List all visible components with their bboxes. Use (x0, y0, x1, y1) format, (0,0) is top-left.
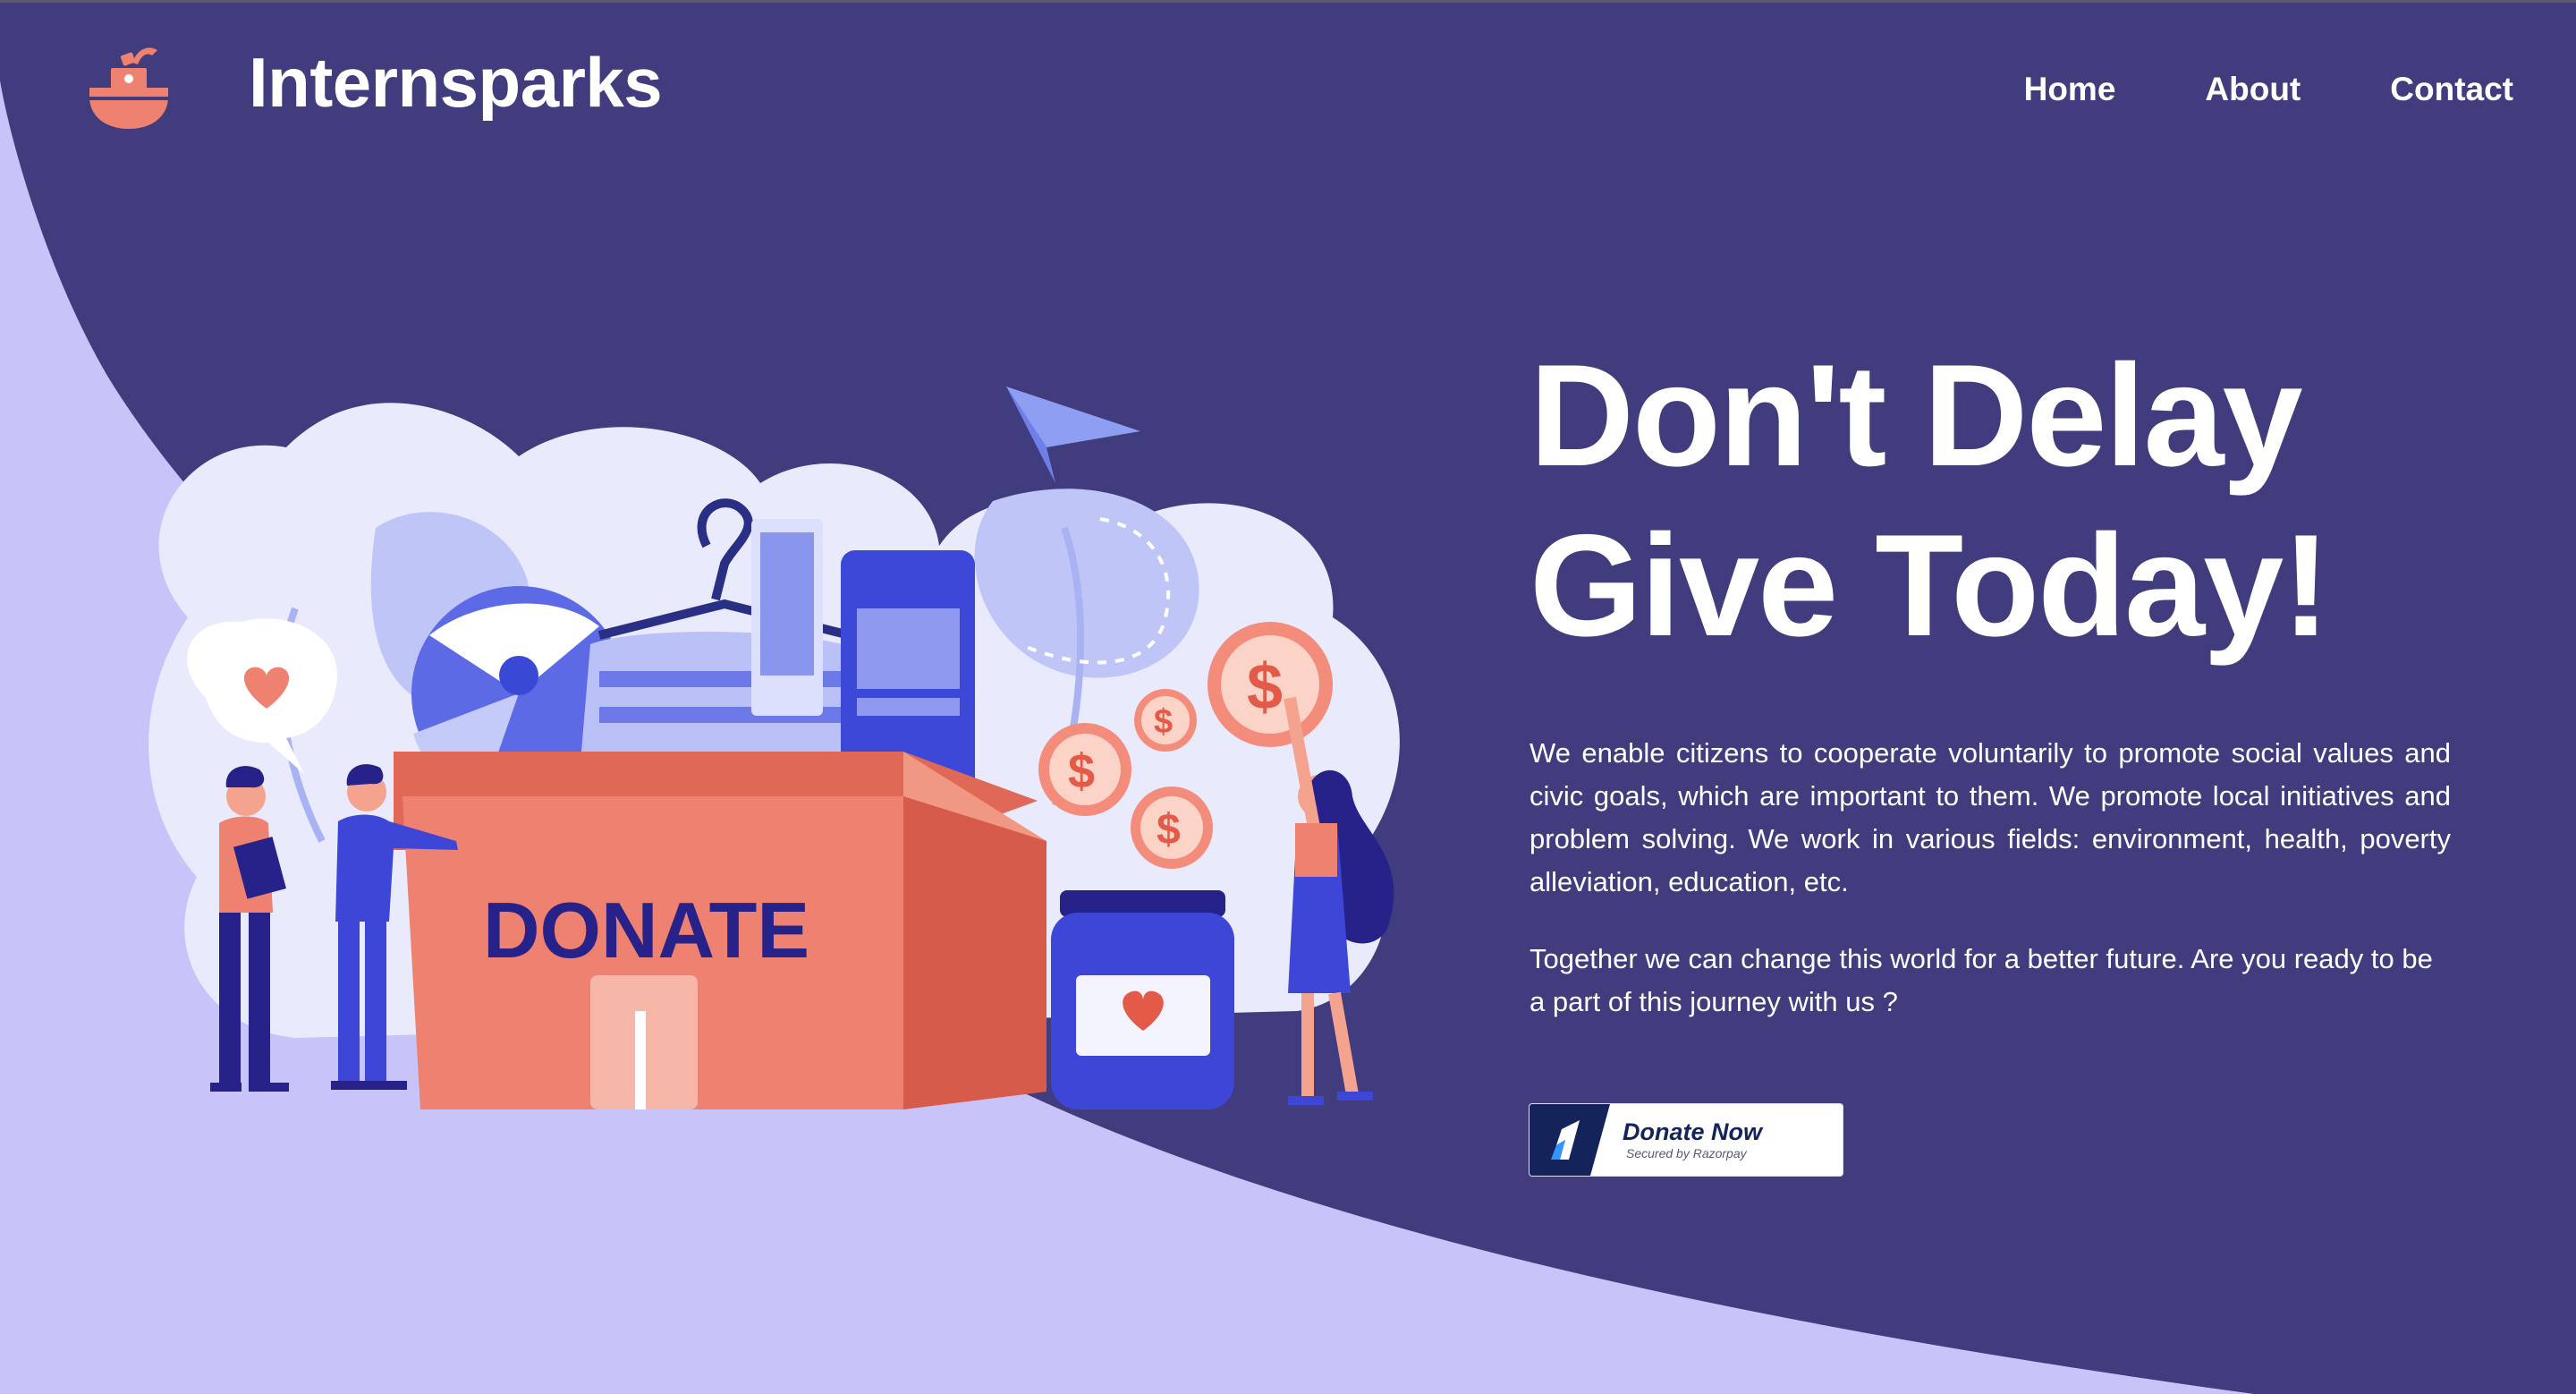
headline-line-1: Don't Delay (1530, 335, 2303, 497)
coin-icon: $ (1134, 689, 1197, 752)
hero-paragraph-1: We enable citizens to cooperate voluntar… (1530, 737, 2451, 897)
coin-icon: $ (1131, 786, 1213, 869)
nav-contact[interactable]: Contact (2390, 63, 2513, 116)
main-nav: Home About Contact (2024, 63, 2513, 116)
svg-text:$: $ (1157, 806, 1181, 854)
top-border (0, 0, 2576, 3)
nav-home[interactable]: Home (2024, 63, 2116, 116)
box-donate-label: DONATE (483, 886, 809, 974)
donation-illustration: DONATE $ $ $ $ (148, 387, 1400, 1109)
brand-name[interactable]: Internsparks (249, 38, 663, 127)
hero-paragraph-2: Together we can change this world for a … (1530, 943, 2433, 1017)
headline-line-2: Give Today! (1530, 505, 2330, 667)
donate-now-button[interactable]: Donate Now Secured by Razorpay (1530, 1104, 1843, 1176)
coin-icon: $ (1208, 622, 1333, 747)
donate-button-subtitle: Secured by Razorpay (1626, 1146, 1747, 1160)
hero-section: Don't Delay Give Today! We enable citize… (1530, 331, 2451, 1024)
landing-page: Internsparks Home About Contact DONATE $… (0, 0, 2576, 1394)
svg-text:$: $ (1154, 703, 1173, 741)
svg-text:$: $ (1247, 651, 1283, 723)
donate-button-text: Donate Now Secured by Razorpay (1610, 1104, 1762, 1176)
svg-text:$: $ (1068, 744, 1095, 798)
hero-headline: Don't Delay Give Today! (1530, 331, 2451, 671)
razorpay-logo-icon (1530, 1104, 1610, 1176)
donate-button-title: Donate Now (1623, 1118, 1763, 1145)
coin-icon: $ (1038, 723, 1131, 816)
donation-box-logo-icon[interactable] (86, 41, 172, 134)
nav-about[interactable]: About (2205, 63, 2301, 116)
